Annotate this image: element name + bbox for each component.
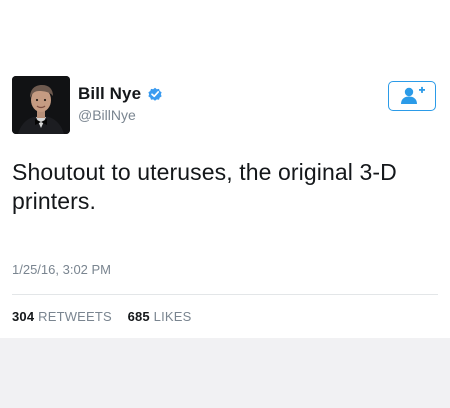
- tweet-header: Bill Nye @BillNye: [12, 76, 438, 136]
- name-row: Bill Nye: [78, 83, 163, 105]
- tweet-card: Bill Nye @BillNye Shoutout to uteruses, …: [0, 0, 450, 408]
- retweets-label: RETWEETS: [38, 309, 112, 324]
- retweets-stat[interactable]: 304 RETWEETS: [12, 309, 116, 324]
- likes-stat[interactable]: 685 LIKES: [128, 309, 192, 324]
- tweet-stats: 304 RETWEETS 685 LIKES: [12, 309, 192, 324]
- follow-button[interactable]: [388, 81, 436, 111]
- likes-count: 685: [127, 309, 150, 324]
- divider: [12, 294, 438, 295]
- tweet-timestamp[interactable]: 1/25/16, 3:02 PM: [12, 262, 111, 277]
- retweets-count: 304: [12, 309, 35, 324]
- likes-label: LIKES: [153, 309, 192, 324]
- avatar-image: [12, 76, 70, 134]
- verified-badge-icon: [147, 86, 163, 102]
- avatar[interactable]: [12, 76, 70, 134]
- author-handle[interactable]: @BillNye: [78, 107, 163, 123]
- add-user-icon: [401, 86, 425, 104]
- bottom-background: [0, 338, 450, 408]
- author-info: Bill Nye @BillNye: [78, 83, 163, 123]
- tweet-text: Shoutout to uteruses, the original 3-D p…: [12, 159, 397, 214]
- author-display-name[interactable]: Bill Nye: [78, 84, 141, 104]
